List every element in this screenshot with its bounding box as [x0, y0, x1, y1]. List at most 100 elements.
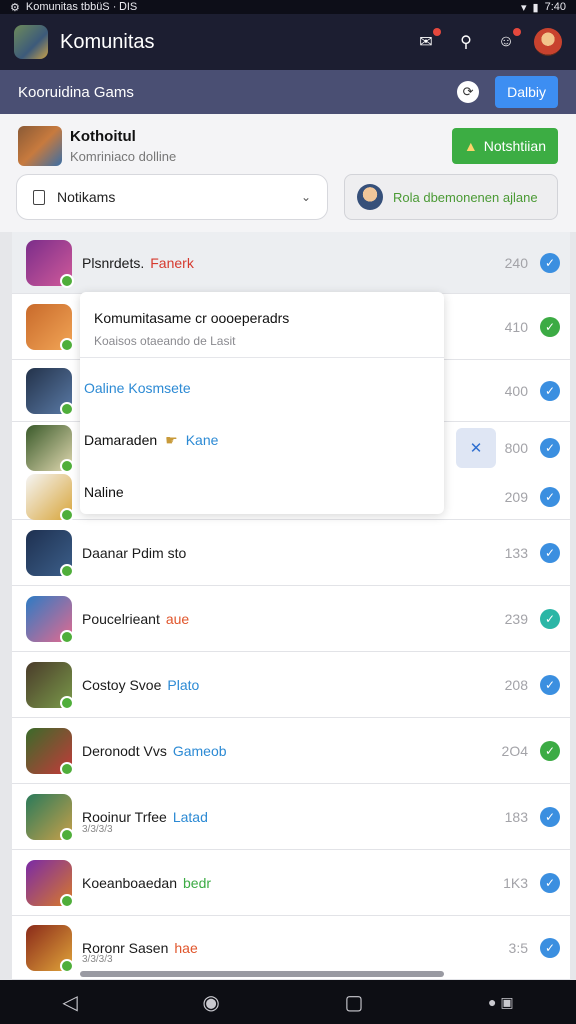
status-pill[interactable]: Rola dbemonenen ajlane [344, 174, 558, 220]
game-count: 240 [504, 254, 528, 271]
pill-avatar [357, 184, 383, 210]
game-icon[interactable] [26, 367, 74, 416]
popup-option-naline-label: Naline [84, 484, 124, 500]
sub-header: Kooruidina Gams ⟳ Dalbiy [0, 70, 576, 114]
game-tag: hae [174, 939, 198, 956]
game-name: Rooinur Trfee Latad [82, 809, 505, 825]
popup-option-damaraden[interactable]: Damaraden ☛ Kane [80, 414, 444, 466]
profile-name: Kothoitul [70, 128, 136, 145]
game-icon[interactable] [26, 924, 74, 973]
home-icon[interactable]: ◉ [202, 990, 219, 1015]
game-tag: Fanerk [150, 254, 194, 271]
game-count: 2O4 [501, 742, 528, 759]
check-icon[interactable]: ✓ [540, 740, 560, 761]
game-icon[interactable] [26, 239, 74, 288]
check-icon[interactable]: ✓ [540, 316, 560, 337]
game-subtext: 3/3/3/3 [82, 824, 113, 835]
check-icon[interactable]: ✓ [540, 486, 560, 507]
refresh-icon[interactable]: ⟳ [457, 81, 480, 103]
check-icon[interactable]: ✓ [540, 542, 560, 563]
check-icon[interactable]: ✓ [540, 438, 560, 458]
game-icon[interactable] [26, 595, 74, 644]
context-popup: Komumitasame cr oooeperadrs Koaisos otae… [80, 292, 444, 514]
notification-button[interactable]: ▲ Notshtiian [451, 128, 558, 164]
game-count: 209 [504, 488, 528, 505]
user-avatar[interactable] [534, 28, 562, 56]
popup-option-online[interactable]: Oaline Kosmsete [80, 362, 444, 414]
game-list-row[interactable]: Costoy Svoe Plato 208 ✓ [12, 652, 570, 718]
horizontal-scrollbar[interactable] [80, 971, 444, 977]
game-icon[interactable] [26, 661, 74, 710]
popup-option-naline[interactable]: Naline [80, 466, 444, 518]
popup-option-online-label: Oaline Kosmsete [84, 380, 191, 396]
badge-icon [60, 629, 74, 644]
profile-subtitle: Komriniaco dolline [70, 149, 177, 164]
daily-button[interactable]: Dalbiy [495, 76, 558, 108]
pill-label: Rola dbemonenen ajlane [393, 189, 538, 205]
game-list-row[interactable]: Plsnrdets. Fanerk 240 ✓ [12, 232, 570, 294]
check-icon[interactable]: ✓ [540, 806, 560, 827]
game-title: Costoy Svoe [82, 676, 162, 693]
check-icon[interactable]: ✓ [540, 937, 560, 958]
check-icon[interactable]: ✓ [540, 608, 560, 629]
game-list-row[interactable]: Poucelrieant aue 239 ✓ [12, 586, 570, 652]
hand-icon: ☛ [165, 431, 178, 448]
assist-icon[interactable]: ● ▣ [488, 994, 514, 1011]
category-dropdown[interactable]: Notikams ⌄ [16, 174, 328, 220]
game-count: 410 [504, 318, 528, 335]
game-icon[interactable] [26, 793, 74, 842]
game-icon[interactable] [26, 529, 74, 578]
game-count: 208 [504, 676, 528, 693]
game-list-row[interactable]: Daanar Pdim sto 133 ✓ [12, 520, 570, 586]
badge-icon [60, 401, 74, 416]
game-count: 133 [504, 544, 528, 561]
profile-icon[interactable]: ⚲ [454, 30, 478, 54]
game-icon[interactable] [26, 425, 74, 473]
close-popup-button[interactable]: ✕ [456, 428, 496, 468]
badge-icon [60, 563, 74, 578]
game-icon[interactable] [26, 727, 74, 776]
check-icon[interactable]: ✓ [540, 252, 560, 273]
game-name: Roronr Sasen hae [82, 940, 509, 956]
game-name: Plsnrdets. Fanerk [82, 255, 505, 271]
game-count: 3:5 [508, 939, 528, 956]
back-icon[interactable]: ◁ [62, 990, 77, 1015]
badge-icon [60, 761, 74, 776]
profile-avatar[interactable] [18, 126, 62, 166]
dropdown-label: Notikams [57, 189, 116, 205]
game-subtext: 3/3/3/3 [82, 954, 113, 965]
check-icon[interactable]: ✓ [540, 380, 560, 401]
badge-icon [60, 337, 74, 352]
popup-subtitle: Koaisos otaeando de Lasit [94, 334, 236, 348]
game-title: Koeanboaedan [82, 874, 177, 891]
check-icon[interactable]: ✓ [540, 674, 560, 695]
game-name: Costoy Svoe Plato [82, 677, 505, 693]
system-nav-bar: ◁ ◉ ▢ ● ▣ [0, 980, 576, 1024]
badge-icon [60, 958, 74, 973]
game-icon[interactable] [26, 303, 74, 352]
game-count: 239 [504, 610, 528, 627]
game-icon[interactable] [26, 859, 74, 908]
message-icon[interactable]: ☺ [494, 28, 521, 54]
badge-icon [60, 827, 74, 842]
document-icon [33, 189, 45, 205]
game-title: Daanar Pdim sto [82, 544, 187, 561]
status-text: Komunitas tbbüS · ᎠIS [25, 0, 138, 13]
game-list-row[interactable]: Koeanboaedan bedr 1K3 ✓ [12, 850, 570, 916]
game-count: 183 [504, 808, 528, 825]
game-name: Deronodt Vvs Gameob [82, 743, 502, 759]
game-count: 1K3 [503, 874, 528, 891]
badge-icon [60, 459, 74, 473]
game-list-row[interactable]: Rooinur Trfee Latad 3/3/3/3 183 ✓ [12, 784, 570, 850]
check-icon[interactable]: ✓ [540, 872, 560, 893]
notification-icon[interactable]: ✉ [414, 28, 441, 54]
popup-option-kane-label: Kane [185, 432, 219, 448]
status-bar: ⚙ Komunitas tbbüS · ᎠIS ▾ ▮ 7:40 [0, 0, 576, 14]
game-icon[interactable] [26, 473, 74, 522]
game-name: Koeanboaedan bedr [82, 875, 503, 891]
game-name: Poucelrieant aue [82, 611, 505, 627]
game-tag: bedr [183, 874, 212, 891]
game-list-row[interactable]: Deronodt Vvs Gameob 2O4 ✓ [12, 718, 570, 784]
notification-button-label: Notshtiian [483, 138, 546, 154]
recents-icon[interactable]: ▢ [344, 990, 363, 1015]
